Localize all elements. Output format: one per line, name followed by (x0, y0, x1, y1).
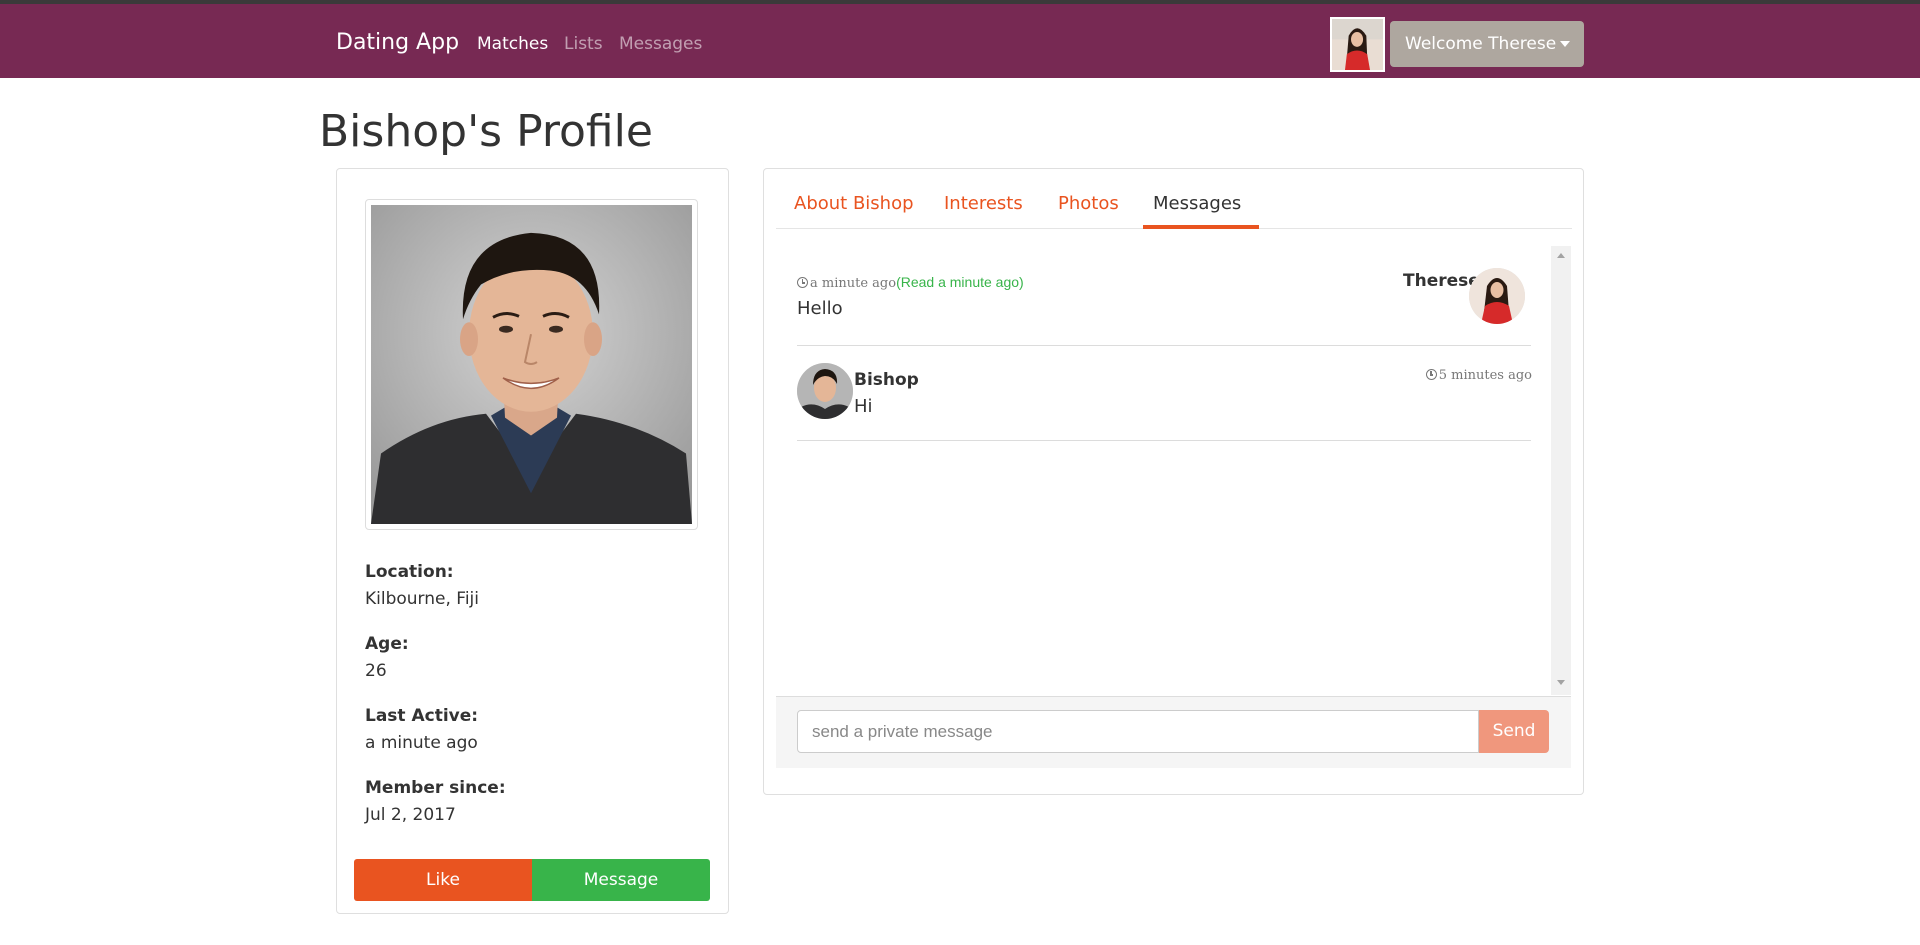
navbar: Dating App Matches Lists Messages Welcom… (0, 4, 1920, 78)
brand-link[interactable]: Dating App (336, 30, 459, 55)
scroll-down-arrow-icon[interactable] (1557, 680, 1565, 685)
message-divider (797, 440, 1531, 441)
message-time: 5 minutes ago (1398, 368, 1532, 383)
bishop-avatar (797, 363, 853, 419)
location-value: Kilbourne, Fiji (365, 589, 480, 609)
like-button[interactable]: Like (354, 859, 532, 901)
nav-link-messages[interactable]: Messages (619, 34, 702, 54)
nav-link-matches[interactable]: Matches (477, 34, 548, 54)
read-status: (Read a minute ago) (896, 274, 1024, 290)
therese-avatar (1469, 268, 1525, 324)
profile-card: Location: Kilbourne, Fiji Age: 26 Last A… (336, 168, 729, 914)
user-avatar (1330, 17, 1385, 72)
message-text: Hi (854, 396, 873, 417)
last-active-label: Last Active: (365, 706, 479, 726)
active-tab-indicator (1143, 225, 1259, 229)
age-value: 26 (365, 661, 387, 681)
age-label: Age: (365, 634, 409, 654)
message-time-text: 5 minutes ago (1438, 368, 1532, 383)
message-thread[interactable]: a minute ago(Read a minute ago) Hello Th… (776, 246, 1571, 695)
message-scrollbar[interactable] (1551, 246, 1571, 695)
location-label: Location: (365, 562, 454, 582)
message-button[interactable]: Message (532, 859, 710, 901)
welcome-dropdown-button[interactable]: Welcome Therese (1390, 21, 1584, 67)
message-composer: Send (776, 696, 1571, 768)
message-time-text: a minute ago (810, 276, 897, 291)
message-text: Hello (797, 298, 843, 319)
message-input[interactable] (797, 710, 1479, 753)
message-divider (797, 345, 1531, 346)
message-author: Bishop (854, 370, 919, 390)
tab-photos[interactable]: Photos (1058, 193, 1119, 214)
send-button[interactable]: Send (1479, 710, 1549, 753)
page-title: Bishop's Profile (319, 106, 653, 157)
profile-photo (365, 199, 698, 530)
welcome-label: Welcome Therese (1405, 34, 1557, 54)
message-time: a minute ago(Read a minute ago) (797, 274, 1024, 291)
member-since-label: Member since: (365, 778, 506, 798)
message-author: Therese (1403, 271, 1480, 291)
caret-down-icon (1560, 41, 1570, 47)
last-active-value: a minute ago (365, 733, 478, 753)
tab-messages[interactable]: Messages (1153, 193, 1241, 214)
scroll-up-arrow-icon[interactable] (1557, 253, 1565, 258)
member-since-value: Jul 2, 2017 (365, 805, 456, 825)
nav-link-lists[interactable]: Lists (564, 34, 603, 54)
tabs-card: About Bishop Interests Photos Messages a… (763, 168, 1584, 795)
tab-bar: About Bishop Interests Photos Messages (776, 169, 1572, 229)
tab-about[interactable]: About Bishop (794, 193, 914, 214)
tab-interests[interactable]: Interests (944, 193, 1023, 214)
clock-icon (797, 277, 808, 288)
clock-icon (1425, 369, 1437, 380)
